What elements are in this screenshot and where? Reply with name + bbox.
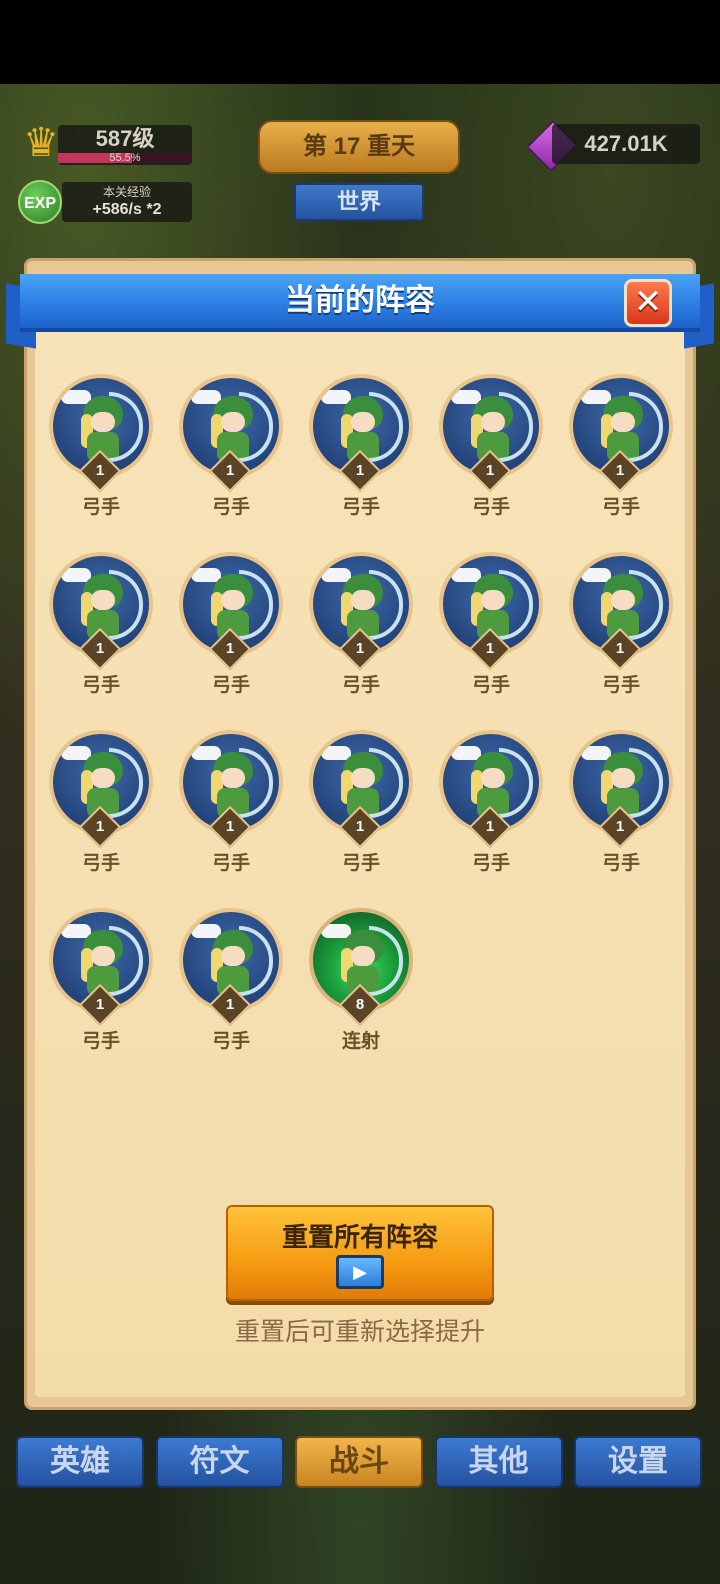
gem-count: 427.01K [552,124,700,164]
unit-name: 弓手 [341,675,380,696]
unit-level: 1 [355,640,365,657]
bow-icon [109,926,143,996]
unit-level: 1 [95,640,105,657]
unit-name: 弓手 [341,853,380,874]
nav-other-button[interactable]: 其他 [434,1436,563,1488]
unit-level: 1 [615,818,625,835]
unit-card[interactable]: 1 弓手 [426,364,556,524]
world-button[interactable]: 世界 [294,183,424,221]
unit-name: 弓手 [211,853,250,874]
unit-name: 连射 [341,1031,380,1052]
bow-icon [369,748,403,818]
player-level: 587级 [95,126,155,151]
bow-icon [109,748,143,818]
unit-name: 弓手 [81,1031,120,1052]
unit-card[interactable]: 1 弓手 [426,542,556,702]
nav-battle-button[interactable]: 战斗 [295,1436,423,1488]
unit-card[interactable]: 1 弓手 [166,364,296,524]
bow-icon [629,570,663,640]
unit-name: 弓手 [601,853,640,874]
unit-card[interactable]: 1 弓手 [36,542,166,702]
level-progress-text: 55.5% [109,152,141,164]
unit-name: 弓手 [211,497,250,518]
bow-icon [629,748,663,818]
unit-level: 1 [225,640,235,657]
bow-icon [239,392,273,462]
exp-rate: +586/s *2 [92,201,162,218]
close-icon: ✕ [633,283,663,321]
bow-icon [369,392,403,462]
video-ad-icon: ▶ [336,1255,384,1289]
nav-settings-button[interactable]: 设置 [574,1436,702,1488]
bow-icon [109,392,143,462]
panel-title: 当前的阵容 [285,284,435,317]
unit-name: 弓手 [81,675,120,696]
exp-title: 本关经验 [102,185,151,199]
unit-name: 弓手 [211,675,250,696]
unit-name: 弓手 [601,675,640,696]
unit-card[interactable]: 1 弓手 [556,542,686,702]
unit-level: 1 [355,818,365,835]
bow-icon [499,748,533,818]
reset-note: 重置后可重新选择提升 [234,1318,485,1346]
unit-level: 1 [485,640,495,657]
unit-name: 弓手 [81,853,120,874]
reset-button-label: 重置所有阵容 [281,1222,438,1252]
bow-icon [109,570,143,640]
player-level-box: 587级 55.5% [58,125,192,165]
unit-level: 8 [355,996,365,1013]
unit-name: 弓手 [341,497,380,518]
nav-runes-button[interactable]: 符文 [155,1436,284,1488]
unit-level: 1 [485,462,495,479]
unit-level: 1 [615,640,625,657]
unit-name: 弓手 [81,497,120,518]
close-button[interactable]: ✕ [624,279,672,327]
stage-button[interactable]: 第 17 重天 [258,120,460,174]
unit-level: 1 [355,462,365,479]
unit-card[interactable]: 1 弓手 [426,720,556,880]
unit-card[interactable]: 1 弓手 [556,720,686,880]
bow-icon [369,926,403,996]
unit-card[interactable]: 1 弓手 [36,898,166,1058]
level-progress-bar: 55.5% [58,152,192,164]
unit-level: 1 [225,462,235,479]
exp-info: 本关经验 +586/s *2 [62,182,192,222]
unit-card[interactable]: 1 弓手 [166,720,296,880]
unit-card[interactable]: 1 弓手 [166,542,296,702]
exp-icon: EXP [18,180,62,224]
nav-heroes-button[interactable]: 英雄 [16,1436,144,1488]
unit-level: 1 [95,462,105,479]
bow-icon [369,570,403,640]
unit-name: 弓手 [471,675,510,696]
unit-level: 1 [485,818,495,835]
bow-icon [239,926,273,996]
unit-card[interactable]: 1 弓手 [556,364,686,524]
unit-card[interactable]: 1 弓手 [166,898,296,1058]
unit-name: 弓手 [471,497,510,518]
reset-lineup-button[interactable]: 重置所有阵容 ▶ [226,1205,494,1301]
unit-card[interactable]: 1 弓手 [36,720,166,880]
unit-level: 1 [95,996,105,1013]
unit-card[interactable]: 1 弓手 [296,364,426,524]
unit-card[interactable]: 8 连射 [296,898,426,1058]
bow-icon [499,392,533,462]
unit-card[interactable]: 1 弓手 [36,364,166,524]
unit-name: 弓手 [471,853,510,874]
unit-card[interactable]: 1 弓手 [296,720,426,880]
bow-icon [629,392,663,462]
unit-card[interactable]: 1 弓手 [296,542,426,702]
bow-icon [239,748,273,818]
bow-icon [499,570,533,640]
unit-level: 1 [225,996,235,1013]
unit-name: 弓手 [211,1031,250,1052]
unit-level: 1 [225,818,235,835]
unit-level: 1 [615,462,625,479]
unit-level: 1 [95,818,105,835]
unit-name: 弓手 [601,497,640,518]
bow-icon [239,570,273,640]
